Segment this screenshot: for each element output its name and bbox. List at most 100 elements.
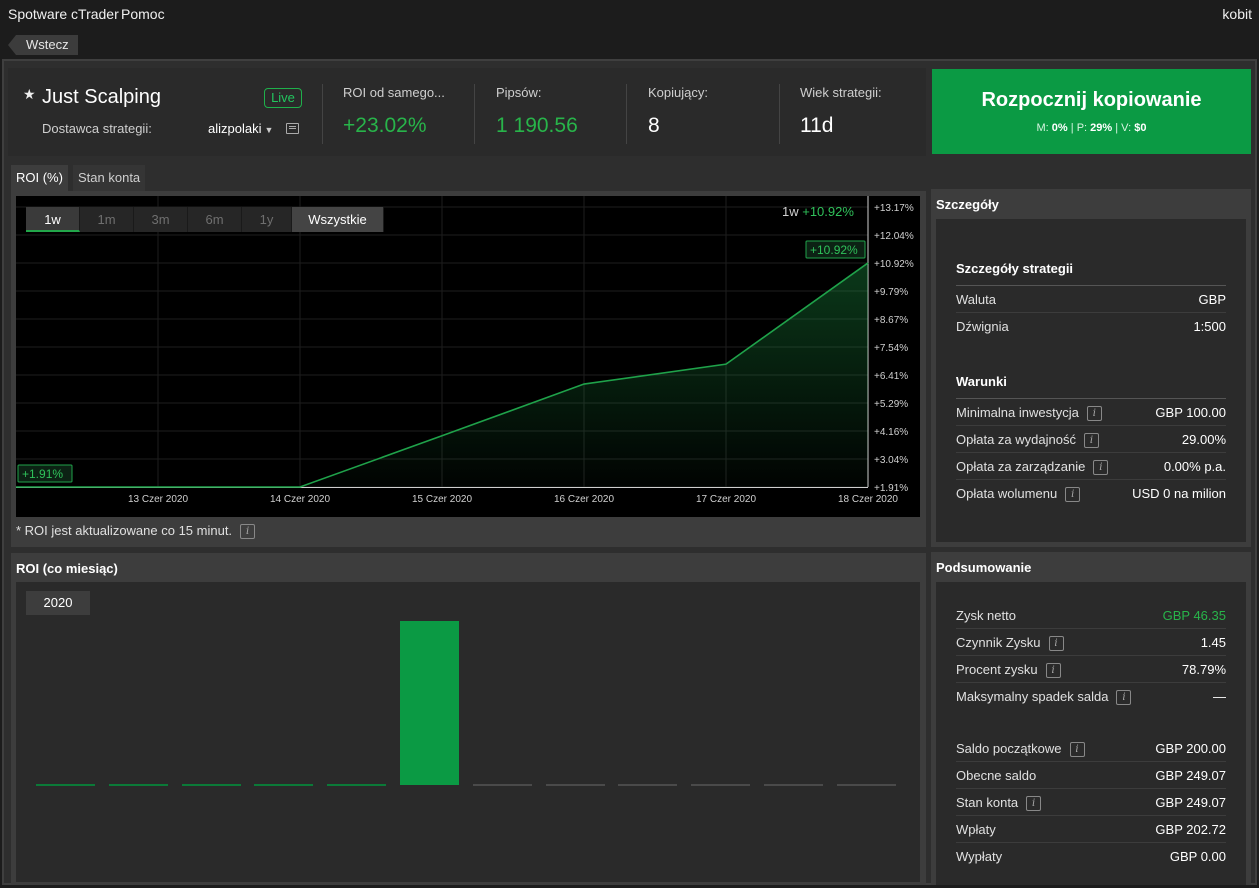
divider (322, 84, 323, 144)
details-title: Szczegóły (936, 197, 999, 212)
user-menu[interactable]: kobit (1222, 6, 1252, 22)
y-tick-label: +9.79% (874, 287, 908, 298)
summary-row: Procent zysku i 78.79% (956, 656, 1226, 683)
y-tick-label: +4.16% (874, 427, 908, 438)
range-1m-button[interactable]: 1m (80, 207, 134, 232)
star-icon[interactable]: ★ (23, 86, 36, 103)
monthly-bar[interactable] (108, 784, 168, 786)
help-link[interactable]: Pomoc (121, 6, 165, 22)
detail-row: Opłata za zarządzanie i 0.00% p.a. (956, 453, 1226, 480)
info-icon[interactable]: i (1093, 460, 1109, 476)
terms-heading: Warunki (956, 374, 1007, 389)
monthly-bar[interactable] (400, 621, 459, 785)
y-tick-label: +1.91% (874, 483, 908, 494)
divider (779, 84, 780, 144)
top-bar: Spotware cTrader Pomoc kobit (0, 0, 1259, 28)
summary-row: Wypłaty GBP 0.00 (956, 849, 1226, 864)
summary-row: Saldo początkowe i GBP 200.00 (956, 735, 1226, 762)
detail-row: Waluta GBP (956, 286, 1226, 313)
stat-age-value: 11d (800, 114, 834, 137)
detail-row: Opłata wolumenu i USD 0 na milion (956, 486, 1226, 503)
monthly-bar[interactable] (327, 784, 387, 786)
info-icon[interactable]: i (1065, 487, 1081, 503)
chevron-down-icon: ▼ (264, 125, 274, 135)
x-tick-label: 14 Czer 2020 (270, 494, 330, 505)
info-icon[interactable]: i (240, 524, 256, 540)
range-1y-button[interactable]: 1y (242, 207, 292, 232)
detail-row: Dźwignia 1:500 (956, 319, 1226, 334)
monthly-bar[interactable] (618, 784, 678, 786)
range-1w-button[interactable]: 1w (26, 207, 80, 232)
stat-pips-value: 1 190.56 (496, 114, 578, 137)
monthly-roi-title: ROI (co miesiąc) (16, 561, 118, 576)
y-tick-label: +3.04% (874, 455, 908, 466)
strategy-details-heading: Szczegóły strategii (956, 261, 1074, 276)
x-tick-label: 17 Czer 2020 (696, 494, 756, 505)
provider-dropdown[interactable]: alizpolaki ▼ (208, 121, 273, 136)
copy-button-fees: M: 0% | P: 29% | V: $0 (1036, 122, 1147, 134)
summary-row: Obecne saldo GBP 249.07 (956, 762, 1226, 789)
brand-link[interactable]: Spotware cTrader (8, 6, 119, 22)
info-icon[interactable]: i (1069, 742, 1085, 758)
monthly-bar[interactable] (836, 784, 896, 786)
info-icon[interactable]: i (1083, 433, 1099, 449)
x-tick-label: 18 Czer 2020 (838, 494, 898, 505)
start-copying-button[interactable]: Rozpocznij kopiowanie M: 0% | P: 29% | V… (932, 69, 1251, 154)
x-tick-label: 13 Czer 2020 (128, 494, 188, 505)
stat-copiers-value: 8 (648, 114, 660, 137)
info-icon[interactable]: i (1026, 796, 1042, 812)
copy-button-title: Rozpocznij kopiowanie (981, 89, 1202, 111)
x-tick-label: 15 Czer 2020 (412, 494, 472, 505)
range-6m-button[interactable]: 6m (188, 207, 242, 232)
summary-row: Czynnik Zysku i 1.45 (956, 629, 1226, 656)
info-icon[interactable]: i (1116, 690, 1132, 706)
stat-age-label: Wiek strategii: (800, 85, 882, 100)
y-tick-label: +13.17% (874, 203, 914, 214)
monthly-bar[interactable] (254, 784, 314, 786)
end-label: +10.92% (810, 243, 858, 257)
y-tick-label: +8.67% (874, 315, 908, 326)
summary-row: Maksymalny spadek salda i — (956, 689, 1226, 706)
y-tick-label: +10.92% (874, 259, 914, 270)
x-tick-label: 16 Czer 2020 (554, 494, 614, 505)
info-icon[interactable]: i (1048, 636, 1064, 652)
provider-name: alizpolaki (208, 121, 262, 136)
info-icon[interactable]: i (1045, 663, 1061, 679)
divider (474, 84, 475, 144)
strategy-name: Just Scalping (42, 86, 161, 108)
info-icon[interactable]: i (1086, 406, 1102, 422)
range-selector: 1w 1m 3m 6m 1y Wszystkie (26, 207, 384, 232)
summary-row: Zysk netto GBP 46.35 (956, 602, 1226, 629)
stat-roi-value: +23.02% (343, 114, 427, 137)
roi-update-note: * ROI jest aktualizowane co 15 minut. i (16, 523, 256, 540)
monthly-bar[interactable] (181, 784, 241, 786)
y-tick-label: +12.04% (874, 231, 914, 242)
roi-chart-svg: +13.17% +12.04% +10.92% +9.79% +8.67% +7.54% +… (15, 196, 914, 505)
summary-row: Stan konta i GBP 249.07 (956, 789, 1226, 816)
monthly-bar[interactable] (36, 784, 95, 786)
summary-row: Wpłaty GBP 202.72 (956, 816, 1226, 843)
live-badge: Live (264, 88, 302, 108)
monthly-bar[interactable] (545, 784, 605, 786)
y-tick-label: +5.29% (874, 399, 908, 410)
chart-legend: 1w +10.92% (782, 204, 854, 219)
tab-roi[interactable]: ROI (%) (11, 165, 68, 191)
stat-roi-label: ROI od samego... (343, 85, 445, 100)
monthly-bar[interactable] (691, 784, 751, 786)
message-icon[interactable] (286, 123, 299, 134)
monthly-bar[interactable] (472, 784, 532, 786)
summary-title: Podsumowanie (936, 560, 1032, 575)
stat-copiers-label: Kopiujący: (648, 85, 708, 100)
tab-equity[interactable]: Stan konta (73, 165, 146, 191)
range-3m-button[interactable]: 3m (134, 207, 188, 232)
back-button[interactable]: Wstecz (8, 35, 78, 55)
monthly-roi-chart (16, 582, 920, 882)
provider-label: Dostawca strategii: (42, 121, 152, 136)
range-all-button[interactable]: Wszystkie (292, 207, 384, 232)
strategy-header (8, 68, 926, 156)
monthly-bar[interactable] (764, 784, 823, 786)
start-label: +1.91% (22, 467, 63, 481)
detail-row: Minimalna inwestycja i GBP 100.00 (956, 399, 1226, 426)
detail-row: Opłata za wydajność i 29.00% (956, 426, 1226, 453)
year-selector[interactable]: 2020 (26, 591, 90, 615)
